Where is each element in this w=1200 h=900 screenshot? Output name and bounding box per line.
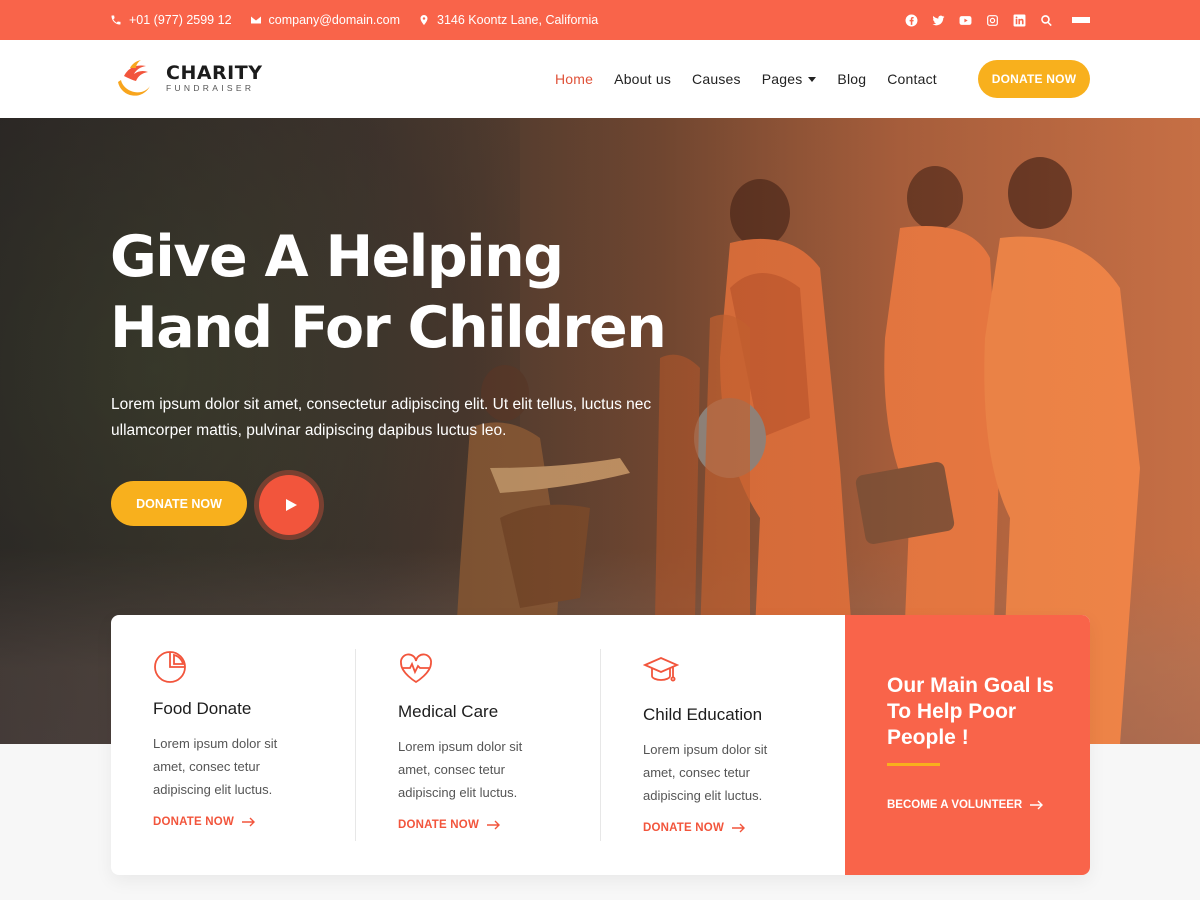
goal-underline (887, 763, 940, 766)
feature-card-food: Food Donate Lorem ipsum dolor sit amet, … (111, 615, 356, 875)
arrow-right-icon (487, 820, 501, 830)
features-panel: Food Donate Lorem ipsum dolor sit amet, … (111, 615, 1090, 875)
nav-causes[interactable]: Causes (692, 71, 741, 87)
instagram-icon[interactable] (985, 13, 999, 27)
email-contact[interactable]: company@domain.com (250, 13, 401, 27)
volunteer-link-label: BECOME A VOLUNTEER (887, 799, 1023, 811)
youtube-icon[interactable] (958, 13, 972, 27)
email-text: company@domain.com (268, 13, 401, 27)
feature-title: Child Education (643, 705, 763, 724)
play-icon (285, 499, 297, 511)
main-nav: Home About us Causes Pages Blog Contact (555, 40, 937, 118)
hero-donate-button[interactable]: DONATE NOW (111, 481, 247, 526)
envelope-icon (250, 16, 261, 24)
facebook-icon[interactable] (904, 13, 918, 27)
nav-pages[interactable]: Pages (762, 71, 817, 87)
feature-link-label: DONATE NOW (643, 822, 725, 834)
feature-donate-link[interactable]: DONATE NOW (643, 822, 746, 834)
main-header: CHARITY FUNDRAISER Home About us Causes … (0, 40, 1200, 118)
feature-title: Food Donate (153, 699, 252, 718)
feature-donate-link[interactable]: DONATE NOW (153, 816, 256, 828)
phone-text: +01 (977) 2599 12 (129, 13, 232, 27)
nav-pages-label: Pages (761, 71, 803, 87)
pie-chart-icon (153, 649, 189, 685)
twitter-icon[interactable] (931, 13, 945, 27)
phone-icon (111, 15, 121, 25)
play-video-button[interactable] (259, 475, 319, 535)
nav-home[interactable]: Home (555, 71, 593, 87)
logo-title: CHARITY (166, 61, 263, 84)
arrow-right-icon (1030, 800, 1044, 810)
nav-about-us[interactable]: About us (614, 71, 671, 87)
heart-pulse-icon (398, 651, 434, 687)
phoenix-logo-icon (118, 60, 150, 96)
main-goal-box: Our Main Goal Is To Help Poor People ! B… (845, 615, 1090, 875)
nav-contact[interactable]: Contact (887, 71, 937, 87)
header-donate-button[interactable]: DONATE NOW (978, 60, 1090, 98)
address-text: 3146 Koontz Lane, California (437, 13, 599, 27)
top-bar: +01 (977) 2599 12 company@domain.com 314… (0, 0, 1200, 40)
linkedin-icon[interactable] (1012, 13, 1026, 27)
feature-description: Lorem ipsum dolor sit amet, consec tetur… (643, 742, 768, 803)
feature-card-education: Child Education Lorem ipsum dolor sit am… (601, 615, 846, 875)
logo-subtitle: FUNDRAISER (166, 82, 255, 93)
map-pin-icon (420, 15, 428, 25)
arrow-right-icon (242, 817, 256, 827)
caret-down-icon (808, 76, 817, 82)
menu-icon[interactable] (1072, 13, 1090, 27)
feature-donate-link[interactable]: DONATE NOW (398, 819, 501, 831)
become-volunteer-link[interactable]: BECOME A VOLUNTEER (887, 799, 1044, 811)
feature-description: Lorem ipsum dolor sit amet, consec tetur… (398, 739, 523, 800)
feature-link-label: DONATE NOW (398, 819, 480, 831)
site-logo[interactable]: CHARITY FUNDRAISER (112, 56, 262, 100)
search-icon[interactable] (1039, 13, 1053, 27)
address-contact: 3146 Koontz Lane, California (418, 13, 598, 27)
feature-link-label: DONATE NOW (153, 816, 235, 828)
hero-description: Lorem ipsum dolor sit amet, consectetur … (111, 396, 652, 439)
social-links (904, 0, 1090, 40)
goal-title: Our Main Goal Is To Help Poor People ! (887, 674, 1054, 749)
feature-card-medical: Medical Care Lorem ipsum dolor sit amet,… (356, 615, 601, 875)
contact-info: +01 (977) 2599 12 company@domain.com 314… (110, 0, 598, 40)
hero-title-line-1: Give A Helping (110, 224, 564, 290)
arrow-right-icon (732, 823, 746, 833)
hero-title-line-2: Hand For Children (110, 295, 667, 361)
feature-title: Medical Care (398, 702, 499, 721)
feature-description: Lorem ipsum dolor sit amet, consec tetur… (153, 736, 278, 797)
nav-blog[interactable]: Blog (837, 71, 866, 87)
graduation-cap-icon (642, 653, 680, 689)
hero-title: Give A Helping Hand For Children (110, 222, 710, 364)
phone-contact[interactable]: +01 (977) 2599 12 (110, 13, 232, 27)
